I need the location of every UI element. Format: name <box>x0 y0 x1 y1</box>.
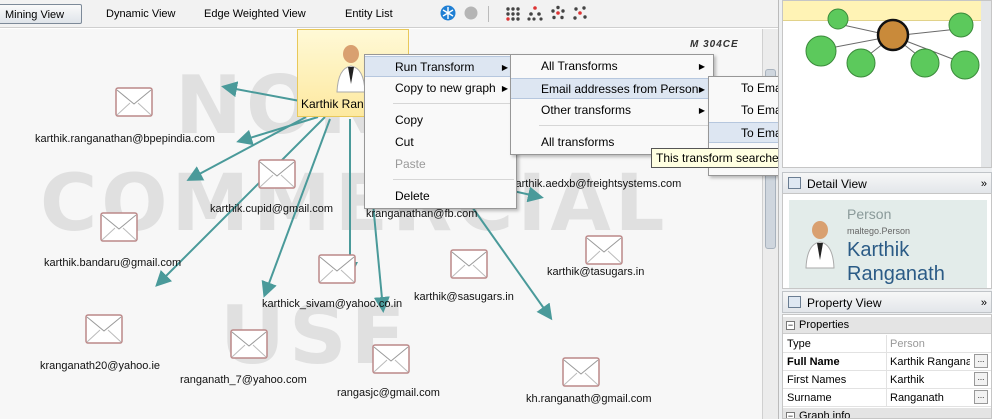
layout-hierarchical-icon[interactable] <box>527 5 543 21</box>
property-value[interactable]: Karthik <box>886 371 970 389</box>
freeze-icon[interactable] <box>440 5 456 21</box>
email-entity-icon[interactable] <box>585 235 623 265</box>
layout-block-icon[interactable] <box>505 5 521 21</box>
property-row-surname[interactable]: Surname Ranganath ... <box>783 389 991 407</box>
email-label[interactable]: ranganath_7@yahoo.com <box>180 374 307 386</box>
property-value: Person <box>886 335 970 353</box>
edit-button[interactable]: ... <box>974 354 988 368</box>
person-icon <box>805 221 835 269</box>
property-row-full-name[interactable]: Full Name Karthik Ranganathan ... <box>783 353 991 371</box>
property-group-graph-info[interactable]: − Graph info <box>783 408 991 419</box>
submenu-arrow-icon: ▶ <box>501 63 508 72</box>
collapse-icon[interactable]: − <box>786 321 795 330</box>
property-grid: − Properties Type Person Full Name Karthi… <box>782 314 992 419</box>
menu-other-transforms[interactable]: Other transforms ▶ <box>511 100 713 121</box>
layout-organic-icon[interactable] <box>572 5 588 21</box>
graph-overview[interactable] <box>782 0 992 168</box>
email-label[interactable]: karthik@tasugars.in <box>547 266 644 278</box>
menu-separator <box>539 125 711 126</box>
submenu-arrow-icon: ▶ <box>698 106 705 115</box>
property-group-properties[interactable]: − Properties <box>783 317 991 334</box>
tab-mining-view[interactable]: Mining View <box>0 4 82 24</box>
menu-item-label: Email addresses from Person <box>541 82 699 96</box>
layout-circular-icon[interactable] <box>550 5 566 21</box>
email-label[interactable]: karthik@sasugars.in <box>414 291 514 303</box>
email-entity-icon[interactable] <box>230 329 268 359</box>
menu-copy[interactable]: Copy <box>365 110 516 131</box>
submenu-arrow-icon: ▶ <box>501 84 508 93</box>
menu-cut[interactable]: Cut <box>365 132 516 153</box>
context-menu: Run Transform ▶ Copy to new graph ▶ Copy C… <box>364 54 517 209</box>
detail-view-header[interactable]: Detail View » <box>782 172 992 194</box>
email-label[interactable]: karthik.bandaru@gmail.com <box>44 257 181 269</box>
detail-entity-type: Person <box>847 206 892 222</box>
submenu-arrow-icon: ▶ <box>698 85 705 94</box>
menu-copy-to-new-graph[interactable]: Copy to new graph ▶ <box>365 78 516 99</box>
email-label[interactable]: kh.ranganath@gmail.com <box>526 393 652 405</box>
submenu-arrow-icon: ▶ <box>698 62 705 71</box>
email-label[interactable]: kranganathan@fb.com <box>366 208 477 220</box>
email-entity-icon[interactable] <box>100 212 138 242</box>
menu-item-label: Run Transform <box>395 60 475 74</box>
menu-item-label: All Transforms <box>541 59 618 73</box>
overview-graph <box>805 1 991 167</box>
email-entity-icon[interactable] <box>85 314 123 344</box>
detail-entity-name: Karthik Ranganath <box>847 239 945 285</box>
collapse-icon[interactable]: − <box>786 412 795 418</box>
detail-view-icon <box>788 177 801 189</box>
view-toolbar: Mining View Dynamic View Edge Weighted V… <box>0 0 778 28</box>
email-label[interactable]: karthick_sivam@yahoo.co.in <box>262 298 402 310</box>
edge-3 <box>236 116 319 146</box>
property-key: First Names <box>787 374 847 386</box>
email-entity-icon[interactable] <box>115 87 153 117</box>
menu-all-transforms-group[interactable]: All Transforms ▶ <box>511 56 713 77</box>
person-icon <box>336 45 366 93</box>
email-entity-icon[interactable] <box>562 357 600 387</box>
property-view-icon <box>788 296 801 308</box>
group-label: Properties <box>799 319 850 331</box>
email-label[interactable]: karthik.aedxb@freightsystems.com <box>510 178 681 190</box>
edge-1 <box>221 81 301 102</box>
menu-item-label: Other transforms <box>541 103 632 117</box>
edit-button[interactable]: ... <box>974 390 988 404</box>
detail-card: Person maltego.Person Karthik Ranganath <box>789 200 987 288</box>
property-key: Type <box>787 338 811 350</box>
menu-email-from-person[interactable]: Email addresses from Person ▶ <box>511 78 713 99</box>
menu-item-label: Copy to new graph <box>395 81 496 95</box>
menu-separator <box>393 179 514 180</box>
email-entity-icon[interactable] <box>318 254 356 284</box>
property-view-header[interactable]: Property View » <box>782 291 992 313</box>
tab-edge-weighted-view[interactable]: Edge Weighted View <box>198 4 312 24</box>
email-entity-icon[interactable] <box>372 344 410 374</box>
panel-title: Property View <box>807 296 882 310</box>
panel-expand-button[interactable]: » <box>981 173 987 195</box>
email-entity-icon[interactable] <box>258 159 296 189</box>
tab-dynamic-view[interactable]: Dynamic View <box>100 4 182 24</box>
email-label[interactable]: rangasjc@gmail.com <box>337 387 440 399</box>
menu-delete[interactable]: Delete <box>365 186 516 207</box>
detail-view-body: Person maltego.Person Karthik Ranganath <box>782 193 992 289</box>
email-entity-icon[interactable] <box>450 249 488 279</box>
property-value[interactable]: Karthik Ranganathan <box>886 353 970 371</box>
detail-entity-kind: maltego.Person <box>847 226 911 236</box>
property-value[interactable]: Ranganath <box>886 389 970 407</box>
transform-submenu: All Transforms ▶ Email addresses from Per… <box>510 54 714 155</box>
property-row-type[interactable]: Type Person <box>783 335 991 353</box>
tab-entity-list[interactable]: Entity List <box>339 4 399 24</box>
property-row-first-names[interactable]: First Names Karthik ... <box>783 371 991 389</box>
panel-title: Detail View <box>807 177 867 191</box>
email-label[interactable]: kranganath20@yahoo.ie <box>40 360 160 372</box>
property-key: Full Name <box>787 356 840 368</box>
menu-run-transform[interactable]: Run Transform ▶ <box>365 56 516 77</box>
edit-button[interactable]: ... <box>974 372 988 386</box>
email-label[interactable]: karthik.ranganathan@bpepindia.com <box>35 133 215 145</box>
stop-icon[interactable] <box>463 5 479 21</box>
group-label: Graph info <box>799 410 851 419</box>
property-key: Surname <box>787 392 832 404</box>
panel-expand-button[interactable]: » <box>981 292 987 314</box>
menu-paste: Paste <box>395 157 426 171</box>
email-label[interactable]: karthik.cupid@gmail.com <box>210 203 333 215</box>
menu-separator <box>393 103 514 104</box>
